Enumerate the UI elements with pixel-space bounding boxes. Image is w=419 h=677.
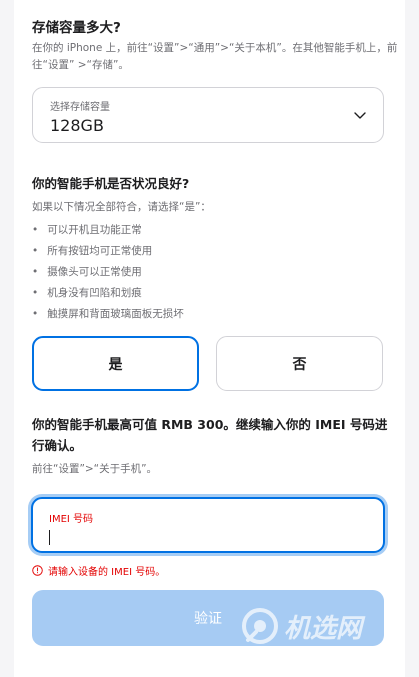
storage-select[interactable]: 选择存储容量 128GB [32, 87, 384, 143]
offer-text: 你的智能手机最高可值 RMB 300。继续输入你的 IMEI 号码进行确认。 [32, 417, 388, 453]
condition-item: 可以开机且功能正常 [32, 220, 184, 241]
no-button[interactable]: 否 [216, 336, 383, 391]
yes-button[interactable]: 是 [32, 336, 199, 391]
condition-title: 你的智能手机是否状况良好? [32, 176, 190, 191]
storage-select-label: 选择存储容量 [50, 102, 110, 113]
condition-item: 所有按钮均可正常使用 [32, 241, 184, 262]
storage-select-value: 128GB [50, 116, 104, 135]
watermark-logo-icon [242, 608, 278, 644]
imei-field[interactable]: IMEI 号码 [31, 497, 385, 553]
storage-title: 存储容量多大? [32, 20, 121, 36]
storage-description: 在你的 iPhone 上，前往“设置”>“通用”>“关于本机”。在其他智能手机上… [32, 42, 398, 71]
condition-list: 可以开机且功能正常 所有按钮均可正常使用 摄像头可以正常使用 机身没有凹陷和划痕… [32, 220, 184, 325]
chevron-down-icon [354, 112, 366, 119]
condition-item: 机身没有凹陷和划痕 [32, 283, 184, 304]
imei-error: 请输入设备的 IMEI 号码。 [32, 563, 165, 578]
imei-field-label: IMEI 号码 [49, 514, 94, 525]
imei-hint: 前往“设置”>“关于手机”。 [32, 463, 158, 475]
imei-error-text: 请输入设备的 IMEI 号码。 [48, 567, 166, 578]
error-icon [32, 565, 43, 576]
condition-item: 触摸屏和背面玻璃面板无损坏 [32, 304, 184, 325]
condition-item: 摄像头可以正常使用 [32, 262, 184, 283]
condition-intro: 如果以下情况全部符合，请选择“是”： [32, 201, 211, 213]
watermark: 机选网 [240, 606, 362, 646]
watermark-text: 机选网 [284, 613, 363, 644]
text-cursor [49, 530, 50, 545]
